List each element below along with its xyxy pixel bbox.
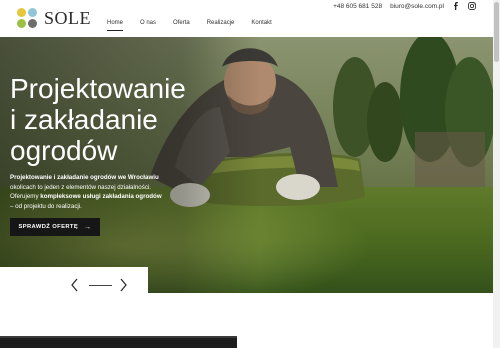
facebook-icon[interactable] [452, 2, 460, 10]
contact-bar: +48 605 681 528 biuro@sole.com.pl [333, 2, 476, 10]
chevron-left-icon[interactable] [70, 278, 80, 292]
nav-item-home[interactable]: Home [107, 20, 124, 31]
phone-link[interactable]: +48 605 681 528 [333, 3, 382, 10]
hero-title-line: Projektowanie [10, 73, 186, 104]
site-header: SOLE +48 605 681 528 biuro@sole.com.pl H… [0, 0, 500, 37]
hero-desc-line: Projektowanie i zakładanie ogrodów we Wr… [10, 174, 159, 181]
next-section-image [0, 336, 237, 348]
arrow-right-icon: → [84, 223, 92, 231]
logo-dot-blue [28, 8, 37, 17]
nav-item-kontakt[interactable]: Kontakt [251, 20, 271, 31]
hero-title: Projektowanie i zakładanie ogrodów [10, 73, 186, 166]
instagram-icon[interactable] [468, 2, 476, 10]
nav-item-o-nas[interactable]: O nas [140, 20, 156, 31]
scrollbar-thumb[interactable] [494, 2, 499, 62]
nav-item-realizacje[interactable]: Realizacje [207, 20, 235, 31]
chevron-right-icon[interactable] [118, 278, 128, 292]
slider-progress-line [89, 285, 112, 286]
divider [0, 336, 237, 338]
hero-description: Projektowanie i zakładanie ogrodów we Wr… [10, 173, 195, 211]
email-link[interactable]: biuro@sole.com.pl [390, 3, 444, 10]
logo-dot-green [17, 19, 26, 28]
hero-desc-line: okolicach to jeden z elementów naszej dz… [10, 183, 152, 191]
check-offer-button[interactable]: SPRAWDŹ OFERTĘ → [10, 218, 100, 236]
logo-mark[interactable] [17, 8, 39, 30]
hero-title-line: ogrodów [10, 135, 118, 166]
hero-title-line: i zakładanie [10, 104, 158, 135]
main-nav: Home O nas Oferta Realizacje Kontakt [107, 20, 272, 31]
brand-name[interactable]: SOLE [44, 8, 91, 29]
logo-dot-yellow [17, 8, 26, 17]
page-scrollbar[interactable] [493, 0, 500, 348]
slider-controls [0, 267, 148, 293]
hero-desc-line: Oferujemy kompleksowe usługi zakładania … [10, 193, 162, 201]
hero-slider: Projektowanie i zakładanie ogrodów Proje… [0, 37, 493, 293]
cta-label: SPRAWDŹ OFERTĘ [18, 224, 79, 230]
nav-item-oferta[interactable]: Oferta [173, 20, 190, 31]
logo-dot-gray [28, 19, 37, 28]
hero-desc-line: – od projektu do realizacji. [10, 202, 82, 210]
